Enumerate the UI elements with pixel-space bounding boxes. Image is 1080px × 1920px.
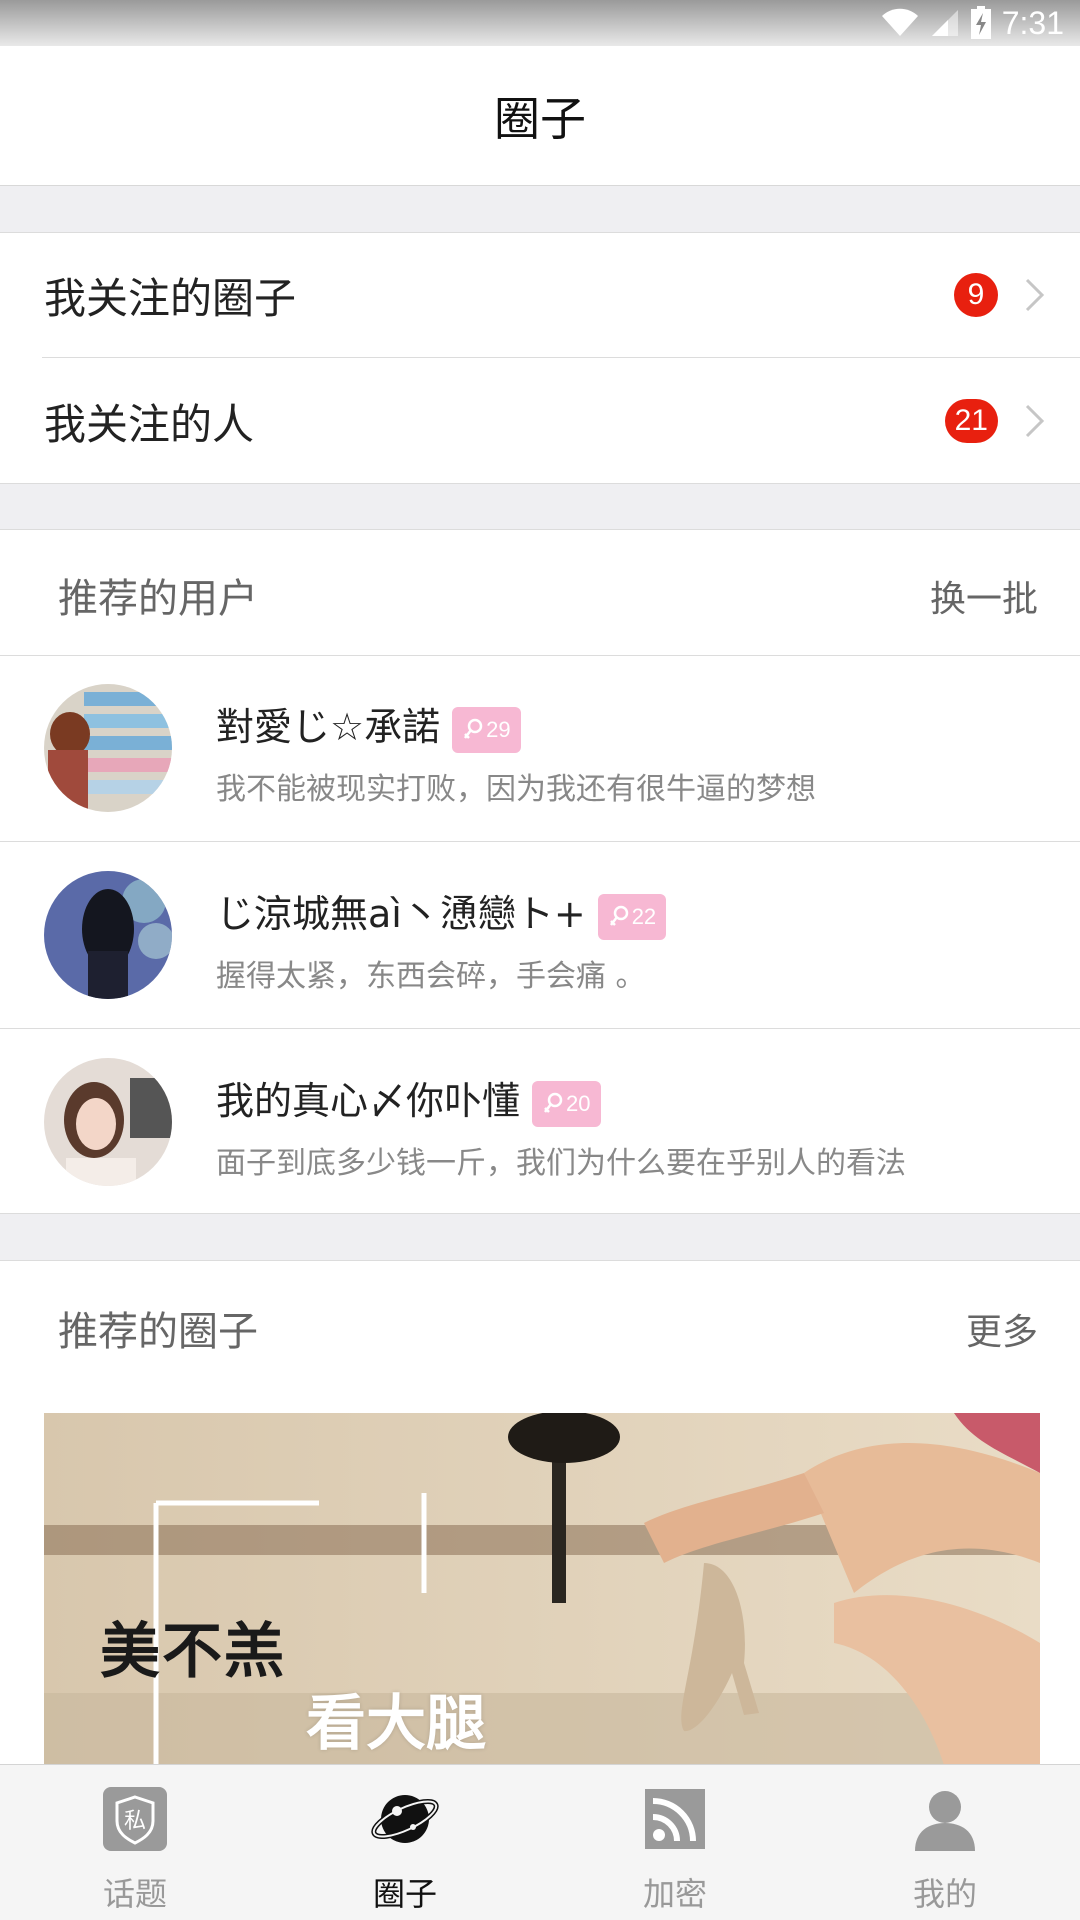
female-icon (609, 905, 628, 926)
female-icon (544, 1092, 563, 1113)
user-name: 對愛じ☆承諾 29 (216, 696, 521, 753)
user-signature: 面子到底多少钱一斤，我们为什么要在乎别人的看法 (216, 1146, 906, 1181)
female-icon (464, 718, 483, 739)
user-name-text: じ涼城無aì丶慂戀ト+ (216, 892, 586, 936)
user-signature: 我不能被现实打败，因为我还有很牛逼的梦想 (216, 772, 816, 807)
user-level: 22 (631, 903, 657, 929)
tab-encrypt-label: 加密 (642, 1875, 707, 1913)
circle-banner[interactable]: 美不羔 看大腿 (44, 1413, 1040, 1765)
wifi-icon (881, 8, 918, 37)
planet-icon (371, 1795, 439, 1843)
banner-image (44, 1413, 1040, 1765)
followed-people-label: 我关注的人 (44, 399, 255, 449)
recommended-user-row[interactable]: じ涼城無aì丶慂戀ト+ 22 握得太紧，东西会碎，手会痛 。 (0, 843, 1080, 1029)
recommended-circles-header: 推荐的圈子 更多 (0, 1261, 1080, 1387)
avatar[interactable] (44, 871, 172, 999)
status-bar: 7:31 (0, 0, 1080, 46)
followed-people-row[interactable]: 我关注的人 21 (0, 359, 1080, 483)
app-header: 圈子 (0, 46, 1080, 186)
tab-topics[interactable]: 私 话题 (0, 1765, 270, 1920)
signal-icon (931, 10, 958, 36)
tab-circles-label: 圈子 (372, 1875, 437, 1913)
avatar[interactable] (44, 684, 172, 812)
user-level-badge: 22 (597, 893, 667, 940)
user-level: 29 (486, 716, 511, 742)
banner-caption-secondary: 看大腿 (306, 1689, 486, 1759)
user-name: じ涼城無aì丶慂戀ト+ 22 (216, 883, 667, 940)
follow-section: 我关注的圈子 9 我关注的人 21 (0, 232, 1080, 484)
chevron-right-icon (1025, 404, 1045, 438)
followed-circles-row[interactable]: 我关注的圈子 9 (0, 233, 1080, 357)
recommended-circles-title: 推荐的圈子 (58, 1309, 258, 1355)
chevron-right-icon (1025, 278, 1045, 312)
user-level-badge: 29 (452, 706, 521, 753)
followed-circles-label: 我关注的圈子 (44, 273, 297, 323)
user-name-text: 對愛じ☆承諾 (216, 705, 441, 749)
user-name-text: 我的真心〆你卟懂 (216, 1079, 521, 1123)
tab-circles[interactable]: 圈子 (270, 1765, 540, 1920)
recommended-user-row[interactable]: 對愛じ☆承諾 29 我不能被现实打败，因为我还有很牛逼的梦想 (0, 656, 1080, 842)
recommended-user-row[interactable]: 我的真心〆你卟懂 20 面子到底多少钱一斤，我们为什么要在乎别人的看法 (0, 1030, 1080, 1216)
page-title: 圈子 (494, 91, 586, 146)
banner-caption-primary: 美不羔 (100, 1617, 286, 1687)
rss-icon (645, 1789, 705, 1849)
recommended-users-section: 推荐的用户 换一批 對愛じ☆承諾 29 我不能被现实打败，因为我还有很牛逼的梦想 (0, 529, 1080, 1214)
status-time: 7:31 (1001, 4, 1064, 41)
followed-circles-count-badge: 9 (954, 273, 998, 317)
avatar[interactable] (44, 1058, 172, 1186)
bottom-tab-bar: 私 话题 圈子 加密 我的 (0, 1764, 1080, 1920)
tab-encrypt[interactable]: 加密 (540, 1765, 810, 1920)
tab-topics-label: 话题 (102, 1875, 167, 1913)
shield-icon-text: 私 (124, 1809, 146, 1834)
user-level-badge: 20 (532, 1080, 601, 1127)
person-icon (915, 1791, 975, 1851)
recommended-users-title: 推荐的用户 (58, 576, 258, 622)
recommended-users-header: 推荐的用户 换一批 (0, 530, 1080, 656)
private-shield-icon: 私 (103, 1787, 167, 1851)
battery-charging-icon (970, 6, 991, 39)
more-circles-button[interactable]: 更多 (966, 1303, 1038, 1355)
tab-mine[interactable]: 我的 (810, 1765, 1080, 1920)
tab-mine-label: 我的 (912, 1875, 977, 1913)
user-signature: 握得太紧，东西会碎，手会痛 。 (216, 959, 646, 994)
followed-people-count-badge: 21 (944, 399, 998, 443)
user-name: 我的真心〆你卟懂 20 (216, 1070, 601, 1127)
refresh-batch-button[interactable]: 换一批 (930, 570, 1038, 622)
row-divider (42, 357, 1080, 358)
user-level: 20 (566, 1090, 591, 1116)
